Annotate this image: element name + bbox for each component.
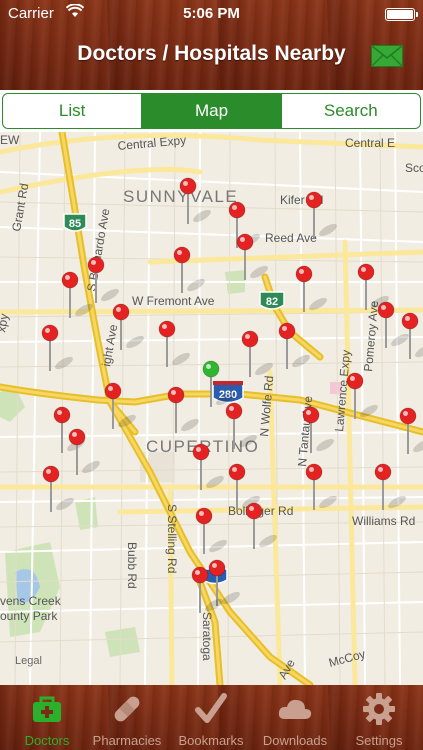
doctor-pin[interactable] [173,246,207,293]
tab-bar: Doctors Pharmacies Bookmarks Downloads S… [0,685,423,750]
tab-downloads[interactable]: Downloads [253,685,337,750]
map-label-county: ounty Park [0,609,58,623]
map-label-reed: Reed Ave [265,231,317,245]
segment-bar: List Map Search [0,90,423,132]
map-label-saratoga: Saratoga [200,612,214,661]
map-canvas[interactable]: 85 82 280 EW Central Expy SUNNYVALE Kife… [0,132,423,685]
map-label-knight: ight Ave [99,323,120,368]
tab-doctors-label: Doctors [24,733,70,748]
hwy-82-label: 82 [266,296,278,308]
doctor-pin[interactable] [41,324,75,371]
map-label-central-right: Central E [345,136,395,150]
page-title: Doctors / Hospitals Nearby [77,42,346,65]
tab-downloads-label: Downloads [262,733,328,748]
tab-pharmacies-label: Pharmacies [92,733,162,748]
map-label-mccoy: McCoy [327,647,367,670]
envelope-icon[interactable] [371,45,403,67]
map-label-bernardo: S Bernardo Ave [84,207,112,292]
map-legal-link[interactable]: Legal [15,655,42,667]
map-label-stelling: S Stelling Rd [165,504,179,573]
map-label-tantau: N Tantau Ave [295,395,315,467]
map-view[interactable]: 85 82 280 EW Central Expy SUNNYVALE Kife… [0,132,423,685]
clock: 5:06 PM [183,5,240,22]
cloud-icon [277,691,313,727]
map-label-williams: Williams Rd [352,514,415,528]
segment-map[interactable]: Map [142,94,282,128]
map-label-scott: Sco [405,161,423,175]
battery-icon [385,8,418,21]
map-label-bubb: Bubb Rd [125,542,139,589]
status-bar: Carrier 5:06 PM [0,0,423,28]
highway-85-shield: 85 [63,213,87,232]
tab-settings[interactable]: Settings [337,685,421,750]
tab-bookmarks[interactable]: Bookmarks [169,685,253,750]
doctor-pin[interactable] [158,320,192,367]
segment-search[interactable]: Search [282,94,420,128]
highway-82-shield: 82 [259,291,285,310]
medical-kit-icon [29,691,65,727]
tab-doctors[interactable]: Doctors [5,685,89,750]
hwy-85-label: 85 [69,218,81,230]
map-label-fremont: W Fremont Ave [132,294,215,308]
map-label-ew: EW [0,133,20,147]
tab-settings-label: Settings [355,733,403,748]
view-segmented-control: List Map Search [2,93,421,129]
map-label-stevens: vens Creek [0,594,62,608]
tab-pharmacies[interactable]: Pharmacies [85,685,169,750]
tab-bookmarks-label: Bookmarks [178,733,244,748]
navigation-bar: Carrier 5:06 PM Doctors / Hospitals Near… [0,0,423,90]
segment-list[interactable]: List [3,94,143,128]
map-label-expy-left: xpy [0,313,11,334]
bandage-icon [109,691,145,727]
checkmark-icon [193,691,229,727]
gear-icon [361,691,397,727]
